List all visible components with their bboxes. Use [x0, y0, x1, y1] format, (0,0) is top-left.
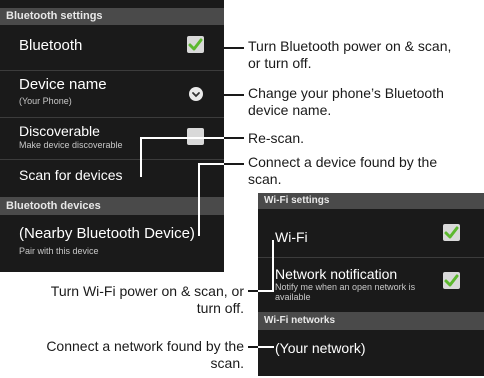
bluetooth-checkbox[interactable] [187, 36, 204, 53]
callout-line: turn off. [196, 300, 244, 316]
callout-leader-line [140, 137, 224, 139]
check-icon [444, 274, 459, 287]
discoverable-label: Discoverable [19, 123, 100, 139]
bluetooth-toggle-row[interactable]: Bluetooth [0, 25, 224, 70]
callout-connect-device: Connect a device found by the scan. [248, 154, 484, 188]
callout-line: Change your phone’s Bluetooth [248, 85, 444, 101]
callout-leader-line [224, 163, 244, 165]
bluetooth-settings-panel: Bluetooth settings Bluetooth Device name… [0, 0, 224, 272]
nearby-device-label: (Nearby Bluetooth Device) [19, 225, 195, 242]
callout-line: or turn off. [248, 55, 312, 71]
chevron-glyph [192, 92, 200, 98]
bluetooth-label: Bluetooth [19, 37, 83, 54]
device-name-value: (Your Phone) [19, 96, 72, 106]
callout-leader-line [198, 163, 224, 165]
network-notification-checkbox[interactable] [443, 272, 460, 289]
callout-bluetooth-power: Turn Bluetooth power on & scan, or turn … [248, 38, 484, 72]
bluetooth-devices-header: Bluetooth devices [0, 197, 224, 215]
nearby-device-subtitle: Pair with this device [19, 246, 99, 256]
wifi-networks-header: Wi-Fi networks [258, 312, 484, 330]
callout-leader-line [258, 346, 274, 348]
callout-connect-network: Connect a network found by the scan. [0, 338, 244, 372]
wifi-label: Wi-Fi [275, 229, 308, 245]
scan-for-devices-row[interactable]: Scan for devices [0, 160, 224, 196]
wifi-checkbox[interactable] [443, 224, 460, 241]
bluetooth-settings-header: Bluetooth settings [0, 8, 224, 25]
callout-device-name: Change your phone’s Bluetooth device nam… [248, 85, 484, 119]
callout-leader-line [272, 240, 274, 292]
callout-leader-line [212, 94, 244, 96]
device-name-label: Device name [19, 76, 107, 93]
callout-leader-line [140, 137, 142, 177]
callout-line: Turn Wi-Fi power on & scan, or [50, 283, 244, 299]
callout-line: scan. [248, 171, 282, 187]
device-name-row[interactable]: Device name (Your Phone) [0, 71, 224, 117]
callout-leader-line [248, 290, 258, 292]
nearby-device-row[interactable]: (Nearby Bluetooth Device) Pair with this… [0, 215, 224, 272]
chevron-down-circle-icon[interactable] [189, 87, 203, 101]
callout-line: Turn Bluetooth power on & scan, [248, 38, 452, 54]
wifi-settings-panel: Wi-Fi settings Wi-Fi Network notificatio… [258, 193, 484, 376]
callout-rescan: Re-scan. [248, 130, 484, 147]
wifi-settings-header: Wi-Fi settings [258, 193, 484, 209]
callout-line: device name. [248, 102, 332, 118]
your-network-row[interactable]: (Your network) [258, 330, 484, 376]
callout-wifi-power: Turn Wi-Fi power on & scan, or turn off. [0, 283, 244, 317]
network-notification-description-line2: available [275, 292, 311, 302]
callout-leader-line [198, 163, 200, 236]
your-network-label: (Your network) [275, 340, 366, 356]
discoverable-description: Make device discoverable [19, 140, 123, 150]
callout-line: Re-scan. [248, 130, 305, 146]
scan-for-devices-label: Scan for devices [19, 167, 123, 183]
check-icon [444, 226, 459, 239]
network-notification-label: Network notification [275, 266, 398, 282]
callout-leader-line [248, 346, 258, 348]
callout-leader-line [224, 137, 244, 139]
check-icon [188, 38, 203, 51]
network-notification-description-line1: Notify me when an open network is [275, 282, 416, 292]
callout-line: Connect a network found by the [46, 338, 244, 354]
wifi-toggle-row[interactable]: Wi-Fi [258, 209, 484, 257]
network-notification-row[interactable]: Network notification Notify me when an o… [258, 258, 484, 312]
callout-leader-line [220, 47, 244, 49]
callout-line: Connect a device found by the [248, 154, 438, 170]
callout-line: scan. [210, 355, 244, 371]
